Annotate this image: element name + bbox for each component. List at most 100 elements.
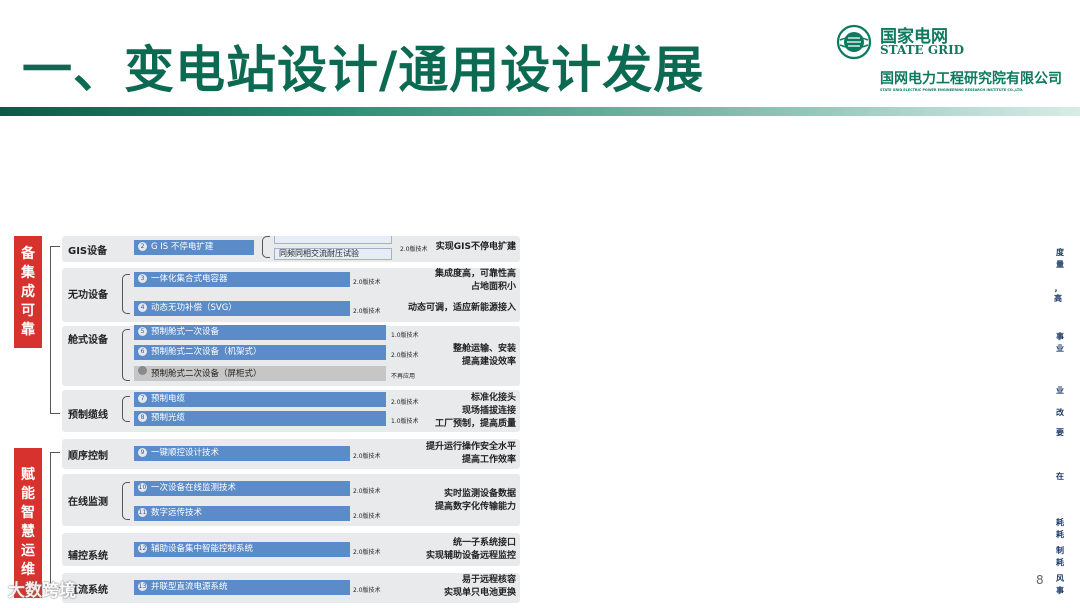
item-label: 预制电缆 (151, 394, 186, 404)
item-number (138, 366, 147, 375)
item-label: 预制光缆 (151, 413, 186, 423)
item-number: 11 (138, 508, 147, 517)
sub-item-brace (262, 236, 270, 258)
category-label: 舱式设备 (68, 335, 108, 346)
edge-char: 改 (1056, 408, 1064, 417)
category-label: GIS设备 (68, 246, 108, 257)
category-label: 在线监测 (68, 497, 108, 508)
item-number: 6 (138, 347, 147, 356)
edge-char: 量 (1056, 260, 1064, 269)
category-brace (122, 329, 130, 381)
edge-char: ，高 (1054, 284, 1062, 303)
edge-char: 度 (1056, 248, 1064, 257)
technology-item: 10 一次设备在线监测技术 (134, 481, 350, 496)
page-title: 一、变电站设计/通用设计发展 (22, 41, 705, 99)
item-label: 一次设备在线监测技术 (151, 483, 237, 493)
sub-item-label: 同频同相交流耐压试验 (279, 249, 359, 258)
section-label: 备集成可靠 (14, 236, 42, 348)
edge-char: 耗 (1056, 518, 1064, 527)
description-line: 集成度高，可靠性高 (434, 269, 516, 279)
description-line: 占地面积小 (470, 282, 516, 292)
item-label: 动态无功补偿（SVG） (151, 303, 237, 313)
version-tag: 2.0版技术 (353, 488, 381, 495)
description-line: 实现GIS不停电扩建 (435, 242, 516, 252)
technology-item: 8 预制光缆 (134, 411, 386, 426)
benefit-description: 提升运行操作安全水平提高工作效率 (426, 441, 516, 467)
category-brace (122, 274, 130, 314)
item-number: 10 (138, 483, 147, 492)
version-tag: 2.0版技术 (400, 246, 428, 253)
version-tag: 2.0版技术 (353, 549, 381, 556)
description-line: 动态可调，适应新能源接入 (407, 303, 516, 313)
edge-char: 风 (1056, 574, 1064, 583)
item-label: 数字远传技术 (151, 508, 203, 518)
edge-char: 制 (1056, 546, 1064, 555)
version-tag: 2.0版技术 (391, 399, 419, 406)
description-line: 整舱运输、安装 (452, 344, 516, 354)
technology-item: 12 辅助设备集中智能控制系统 (134, 542, 350, 557)
version-tag: 2.0版技术 (353, 279, 381, 286)
item-label: 辅助设备集中智能控制系统 (151, 544, 254, 554)
category-label: 辅控系统 (68, 551, 108, 562)
item-number: 5 (138, 327, 147, 336)
technology-roadmap-figure: 备集成可靠 赋能智慧运维 GIS设备 无功设备 舱式设备 预制缆线 顺序控制 在… (14, 236, 524, 608)
tree-connector (50, 246, 60, 414)
technology-item: 4 动态无功补偿（SVG） (134, 301, 350, 316)
category-label: 预制缆线 (68, 410, 108, 421)
item-label: 预制舱式二次设备（机架式） (151, 347, 262, 357)
description-line: 提升运行操作安全水平 (425, 442, 516, 452)
state-grid-emblem-icon (836, 24, 872, 60)
technology-item: 3 一体化集合式电容器 (134, 272, 350, 287)
edge-char: 要 (1056, 428, 1064, 437)
edge-char: 事 (1056, 586, 1064, 595)
description-line: 现场插拔连接 (461, 406, 516, 416)
edge-char: 业 (1056, 386, 1064, 395)
version-tag: 2.0版技术 (391, 352, 419, 359)
category-label: 顺序控制 (68, 451, 108, 462)
technology-item: 2 G IS 不停电扩建 (134, 240, 254, 255)
description-line: 提高数字化传输能力 (434, 502, 516, 512)
logo-company-english-name: STATE GRID ELECTRIC POWER ENGINEERING RE… (880, 88, 1024, 92)
logo-company-name: 国网电力工程研究院有限公司 (880, 71, 1062, 87)
technology-item: 11 数字远传技术 (134, 506, 350, 521)
description-line: 提高建设效率 (461, 357, 516, 367)
benefit-description: 实现GIS不停电扩建 (436, 241, 516, 254)
category-brace (122, 482, 130, 520)
version-tag: 2.0版技术 (353, 453, 381, 460)
state-grid-logo: 国家电网 STATE GRID 国网电力工程研究院有限公司 STATE GRID… (836, 22, 1076, 102)
version-tag: 不再应用 (391, 373, 416, 380)
logo-english-name: STATE GRID (880, 43, 965, 57)
description-line: 实现单只电池更换 (443, 588, 516, 598)
description-line: 提高工作效率 (461, 455, 516, 465)
version-tag: 2.0版技术 (353, 587, 381, 594)
item-number: 12 (138, 544, 147, 553)
edge-char: 耗 (1056, 530, 1064, 539)
technology-item: 9 一键顺控设计技术 (134, 446, 350, 461)
edge-char: 在 (1056, 472, 1064, 481)
item-label: 预制舱式二次设备（屏柜式） (151, 369, 262, 379)
benefit-description: 整舱运输、安装提高建设效率 (453, 343, 516, 369)
tree-connector (50, 452, 60, 588)
version-tag: 2.0版技术 (353, 308, 381, 315)
section-label-text: 赋能智慧运维 (21, 467, 35, 578)
page-number: 8 (1036, 573, 1044, 587)
technology-item: 13 并联型直流电源系统 (134, 580, 350, 595)
item-number: 13 (138, 582, 147, 591)
category-brace (122, 396, 130, 422)
description-line: 实现辅助设备远程监控 (425, 551, 516, 561)
edge-char: 事 (1056, 332, 1064, 341)
benefit-description: 标准化接头 现场插拔连接 工厂预制，提高质量 (435, 392, 516, 431)
section-label-text: 备集成可靠 (21, 245, 35, 338)
technology-item: 预制舱式二次设备（屏柜式） (134, 366, 386, 381)
benefit-description: 易于远程核容 实现单只电池更换 (444, 574, 516, 600)
item-number: 4 (138, 303, 147, 312)
technology-item: 6 预制舱式二次设备（机架式） (134, 345, 386, 360)
version-tag: 1.0版技术 (391, 332, 419, 339)
technology-item: 7 预制电缆 (134, 392, 386, 407)
benefit-description: 集成度高，可靠性高占地面积小 (435, 268, 516, 294)
benefit-description: 动态可调，适应新能源接入 (408, 302, 516, 315)
description-line: 工厂预制，提高质量 (434, 419, 516, 429)
item-number: 2 (138, 242, 147, 251)
item-label: G IS 不停电扩建 (151, 242, 214, 252)
item-label: 一体化集合式电容器 (151, 274, 228, 284)
